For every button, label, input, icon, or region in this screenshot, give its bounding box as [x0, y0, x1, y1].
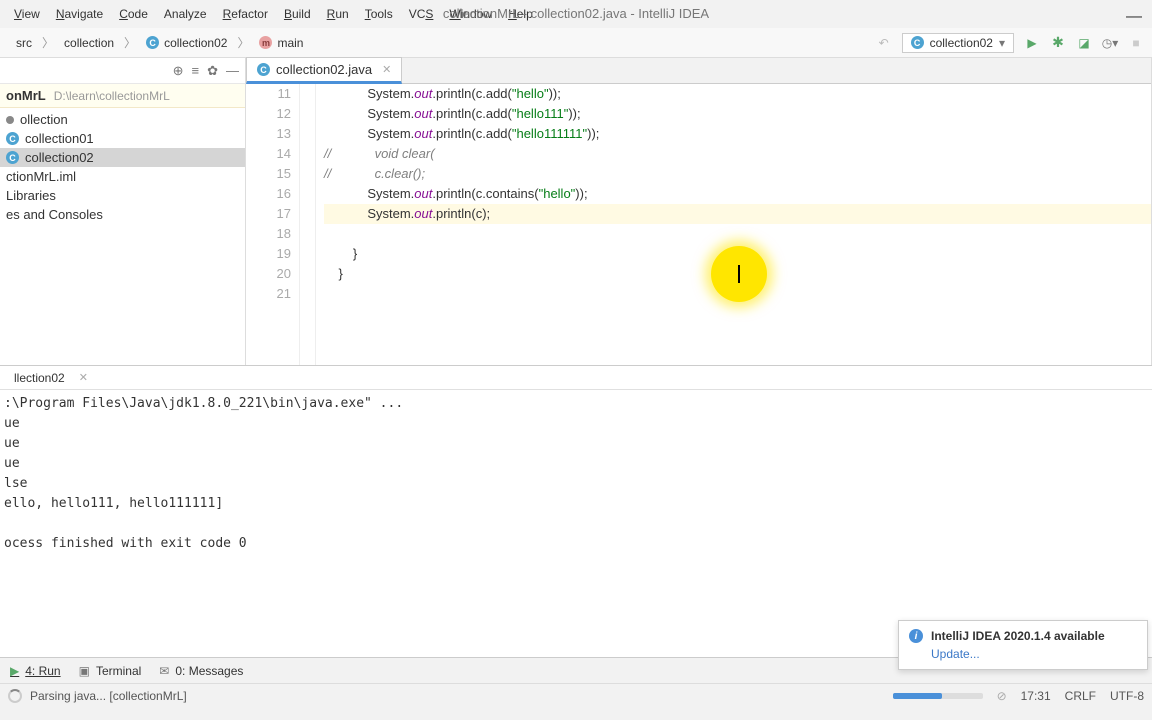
project-root[interactable]: onMrL D:\learn\collectionMrL	[0, 84, 245, 108]
editor: C collection02.java ✕ 111213141516171819…	[246, 58, 1152, 365]
tab-label: collection02.java	[276, 62, 372, 77]
notification-title: IntelliJ IDEA 2020.1.4 available	[931, 629, 1105, 643]
class-icon: C	[257, 63, 270, 76]
profile-button[interactable]: ◷▾	[1102, 35, 1118, 51]
tool-terminal[interactable]: ▣Terminal	[79, 664, 142, 678]
chevron-down-icon: ▾	[999, 36, 1005, 50]
tool-messages[interactable]: ✉0: Messages	[159, 664, 243, 678]
project-tree[interactable]: ollectionCcollection01Ccollection02ction…	[0, 108, 245, 226]
close-icon[interactable]: ✕	[382, 63, 391, 76]
tree-item[interactable]: Ccollection02	[0, 148, 245, 167]
line-separator[interactable]: CRLF	[1065, 689, 1096, 703]
project-name: onMrL	[6, 88, 46, 103]
cursor-highlight	[711, 246, 767, 302]
class-icon: C	[911, 36, 924, 49]
menu-build[interactable]: Build	[276, 5, 319, 23]
hide-icon[interactable]: —	[226, 63, 239, 78]
minimize-button[interactable]: —	[1126, 8, 1142, 26]
expand-icon[interactable]: ≡	[192, 63, 200, 78]
breadcrumb-item[interactable]: mmain	[251, 34, 311, 52]
tree-item[interactable]: ctionMrL.iml	[0, 167, 245, 186]
update-link[interactable]: Update...	[931, 647, 1137, 661]
run-tool-window: llection02 ✕ :\Program Files\Java\jdk1.8…	[0, 365, 1152, 657]
breadcrumb[interactable]: src〉collection〉Ccollection02〉mmain	[8, 34, 311, 52]
notification-popup: i IntelliJ IDEA 2020.1.4 available Updat…	[898, 620, 1148, 670]
run-config-label: collection02	[930, 36, 993, 50]
breadcrumb-item[interactable]: Ccollection02	[138, 34, 235, 52]
editor-tabs: C collection02.java ✕	[246, 58, 1151, 84]
coverage-button[interactable]: ◪	[1076, 35, 1092, 51]
window-title: collectionMrL - collection02.java - Inte…	[443, 6, 709, 21]
tree-item[interactable]: es and Consoles	[0, 205, 245, 224]
menu-navigate[interactable]: Navigate	[48, 5, 111, 23]
spinner-icon	[8, 689, 22, 703]
progress-bar	[893, 693, 983, 699]
tree-item[interactable]: Libraries	[0, 186, 245, 205]
breadcrumb-item[interactable]: src	[8, 34, 40, 52]
code-area[interactable]: 1112131415161718192021 System.out.printl…	[246, 84, 1151, 365]
console-output[interactable]: :\Program Files\Java\jdk1.8.0_221\bin\ja…	[0, 390, 1152, 558]
project-path: D:\learn\collectionMrL	[54, 89, 170, 103]
run-button[interactable]: ▶	[1024, 35, 1040, 51]
menu-view[interactable]: View	[6, 5, 48, 23]
back-icon[interactable]: ↶	[876, 35, 892, 51]
stop-button[interactable]: ■	[1128, 35, 1144, 51]
menu-tools[interactable]: Tools	[357, 5, 401, 23]
menu-analyze[interactable]: Analyze	[156, 5, 215, 23]
close-icon[interactable]: ✕	[79, 371, 88, 384]
menu-refactor[interactable]: Refactor	[215, 5, 276, 23]
tree-item[interactable]: Ccollection01	[0, 129, 245, 148]
debug-button[interactable]: ✱	[1050, 35, 1066, 51]
tree-item[interactable]: ollection	[0, 110, 245, 129]
fold-column	[300, 84, 316, 365]
info-icon: i	[909, 629, 923, 643]
menu-run[interactable]: Run	[319, 5, 357, 23]
run-configuration-selector[interactable]: C collection02 ▾	[902, 33, 1014, 53]
status-text: Parsing java... [collectionMrL]	[30, 689, 187, 703]
menu-vcs[interactable]: VCS	[401, 5, 442, 23]
gutter: 1112131415161718192021	[246, 84, 300, 365]
breadcrumb-item[interactable]: collection	[56, 34, 122, 52]
file-encoding[interactable]: UTF-8	[1110, 689, 1144, 703]
gear-icon[interactable]: ✿	[207, 63, 218, 79]
menu-code[interactable]: Code	[111, 5, 156, 23]
project-tool-window: ⊕ ≡ ✿ — onMrL D:\learn\collectionMrL oll…	[0, 58, 246, 365]
tool-run[interactable]: ▶4: Run	[10, 664, 61, 678]
stop-indexing-icon[interactable]: ⊘	[997, 689, 1007, 703]
navigation-bar: src〉collection〉Ccollection02〉mmain ↶ C c…	[0, 28, 1152, 58]
target-icon[interactable]: ⊕	[173, 63, 184, 79]
run-tab[interactable]: llection02	[6, 369, 73, 387]
editor-tab[interactable]: C collection02.java ✕	[246, 57, 402, 84]
status-bar: Parsing java... [collectionMrL] ⊘ 17:31 …	[0, 683, 1152, 707]
caret-position[interactable]: 17:31	[1021, 689, 1051, 703]
code[interactable]: System.out.println(c.add("hello")); Syst…	[316, 84, 1151, 365]
